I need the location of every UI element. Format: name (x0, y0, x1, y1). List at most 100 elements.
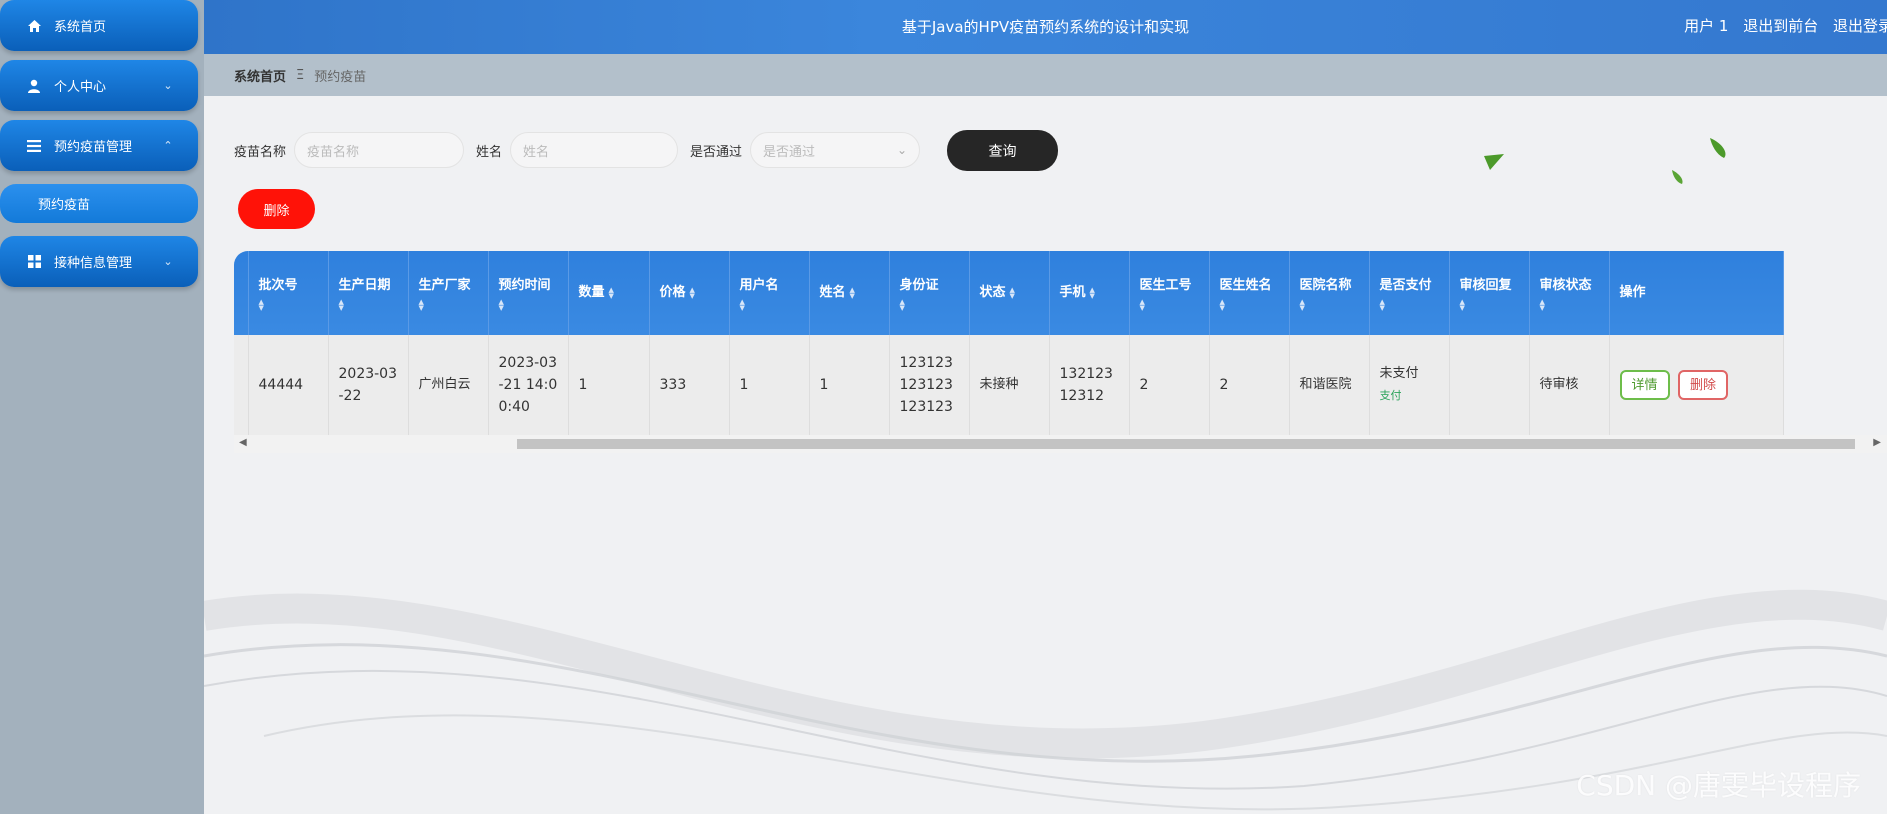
column-header-doctor-id[interactable]: 医生工号 ▲ ▼ (1129, 251, 1210, 335)
vaccine-table: 批次号 ▲ ▼ 生产日期 ▲ ▼ 生产厂家 ▲ ▼ 预约时间 ▲ ▼ 数量 ▲ ▼ 价格 ▲ ▼ 用户名… (234, 251, 1887, 453)
selection-cell[interactable] (234, 335, 249, 435)
sort-icon[interactable]: ▲ ▼ (1140, 299, 1199, 312)
sort-icon[interactable]: ▲ ▼ (259, 299, 318, 312)
batch-delete-button[interactable]: 删除 (238, 189, 315, 229)
breadcrumb-separator: Ξ (296, 67, 305, 83)
name-label: 姓名 (476, 144, 503, 160)
breadcrumb-home[interactable]: 系统首页 (234, 66, 286, 85)
list-icon (26, 138, 42, 154)
sidebar-subitem-vaccine[interactable]: 预约疫苗 (0, 184, 198, 223)
background-decoration (204, 138, 1887, 811)
cell-actions: 详情 删除 (1609, 335, 1784, 435)
pass-select-placeholder: 是否通过 (763, 144, 816, 160)
sidebar-item-home[interactable]: 系统首页 (0, 0, 198, 51)
sort-icon[interactable]: ▲ ▼ (1220, 299, 1279, 312)
column-header-reply[interactable]: 审核回复 ▲ ▼ (1449, 251, 1530, 335)
sort-icon[interactable]: ▲ ▼ (1380, 299, 1439, 312)
cell-hospital: 和谐医院 (1289, 335, 1370, 435)
cell-price: 333 (649, 335, 730, 435)
column-header-hospital[interactable]: 医院名称 ▲ ▼ (1289, 251, 1370, 335)
vaccine-name-label: 疫苗名称 (234, 144, 287, 160)
sidebar-item-label: 接种信息管理 (54, 256, 133, 271)
column-header-actions: 操作 (1609, 251, 1784, 335)
search-bar: 疫苗名称 疫苗名称 姓名 姓名 是否通过 是否通过 ⌄ (234, 130, 921, 170)
cell-doctor-id: 2 (1129, 335, 1210, 435)
sort-icon[interactable]: ▲ ▼ (499, 299, 558, 312)
detail-button[interactable]: 详情 (1619, 370, 1670, 400)
watermark: CSDN @唐雯毕设程序 (1576, 769, 1861, 802)
cell-name: 1 (809, 335, 890, 435)
column-header-date[interactable]: 生产日期 ▲ ▼ (328, 251, 409, 335)
chevron-up-icon: ⌃ (163, 139, 173, 152)
sort-icon[interactable]: ▲ ▼ (339, 299, 398, 312)
sort-icon[interactable]: ▲ ▼ (419, 299, 478, 312)
pass-select[interactable]: 是否通过 ⌄ (750, 132, 921, 168)
cell-username: 1 (729, 335, 810, 435)
scroll-left-arrow-icon[interactable]: ◀ (239, 437, 247, 448)
column-header-batch[interactable]: 批次号 ▲ ▼ (248, 251, 329, 335)
scrollbar-thumb[interactable] (517, 439, 1855, 449)
sort-icon[interactable]: ▲ ▼ (690, 286, 695, 299)
column-header-phone[interactable]: 手机 ▲ ▼ (1049, 251, 1130, 335)
selection-column-header (234, 251, 249, 335)
cell-maker: 广州白云 (408, 335, 489, 435)
column-header-idcard[interactable]: 身份证 ▲ ▼ (889, 251, 970, 335)
column-header-time[interactable]: 预约时间 ▲ ▼ (488, 251, 569, 335)
leaf-decoration (1710, 138, 1726, 158)
cell-time: 2023-03-21 14:00:40 (488, 335, 569, 435)
column-header-paid[interactable]: 是否支付 ▲ ▼ (1369, 251, 1450, 335)
sidebar-item-vaccination-info[interactable]: 接种信息管理 ⌄ (0, 236, 198, 287)
column-header-username[interactable]: 用户名 ▲ ▼ (729, 251, 810, 335)
row-delete-button[interactable]: 删除 (1677, 370, 1728, 400)
query-button[interactable]: 查询 (947, 130, 1058, 171)
column-header-name[interactable]: 姓名 ▲ ▼ (809, 251, 890, 335)
column-header-maker[interactable]: 生产厂家 ▲ ▼ (408, 251, 489, 335)
username-label: 用户 1 (1684, 17, 1729, 35)
scroll-right-arrow-icon[interactable]: ▶ (1873, 437, 1881, 448)
sort-icon[interactable]: ▲ ▼ (609, 286, 614, 299)
column-header-price[interactable]: 价格 ▲ ▼ (649, 251, 730, 335)
sort-icon[interactable]: ▲ ▼ (1540, 299, 1599, 312)
home-icon (26, 18, 42, 34)
sidebar-item-label: 预约疫苗管理 (54, 140, 133, 155)
chevron-down-icon: ⌄ (163, 255, 173, 268)
sort-icon[interactable]: ▲ ▼ (1090, 286, 1095, 299)
cell-idcard: 123123123123123123 (889, 335, 970, 435)
cell-status: 未接种 (969, 335, 1050, 435)
sort-icon[interactable]: ▲ ▼ (850, 286, 855, 299)
leaf-decoration (1672, 170, 1683, 184)
grid-icon (26, 254, 42, 270)
column-header-audit[interactable]: 审核状态 ▲ ▼ (1529, 251, 1610, 335)
vaccine-name-input[interactable]: 疫苗名称 (294, 132, 465, 168)
top-header: 基于Java的HPV疫苗预约系统的设计和实现 用户 1 退出到前台 退出登录 (204, 0, 1887, 54)
header-user-area: 用户 1 退出到前台 退出登录 (1674, 15, 1887, 36)
chevron-down-icon: ⌄ (896, 143, 908, 157)
sort-icon[interactable]: ▲ ▼ (1300, 299, 1359, 312)
chevron-down-icon: ⌄ (163, 79, 173, 92)
cell-batch: 44444 (248, 335, 329, 435)
cell-reply (1449, 335, 1530, 435)
pay-link[interactable]: 支付 (1380, 385, 1439, 407)
name-input[interactable]: 姓名 (510, 132, 679, 168)
cell-paid: 未支付 支付 (1369, 335, 1450, 435)
column-header-status[interactable]: 状态 ▲ ▼ (969, 251, 1050, 335)
horizontal-scrollbar[interactable]: ◀ ▶ (234, 435, 1887, 453)
cell-audit: 待审核 (1529, 335, 1610, 435)
breadcrumb-current: 预约疫苗 (314, 69, 367, 85)
sort-icon[interactable]: ▲ ▼ (1010, 286, 1015, 299)
column-header-qty[interactable]: 数量 ▲ ▼ (568, 251, 650, 335)
sidebar-item-personal[interactable]: 个人中心 ⌄ (0, 60, 198, 111)
table-row: 44444 2023-03-22 广州白云 2023-03-21 14:00:4… (234, 335, 1784, 435)
sort-icon[interactable]: ▲ ▼ (740, 299, 799, 312)
cell-doctor-name: 2 (1209, 335, 1290, 435)
logout-link[interactable]: 退出登录 (1833, 17, 1887, 35)
sort-icon[interactable]: ▲ ▼ (1460, 299, 1519, 312)
sort-icon[interactable]: ▲ ▼ (900, 299, 959, 312)
leaf-decoration (1484, 154, 1504, 170)
table-header-row: 批次号 ▲ ▼ 生产日期 ▲ ▼ 生产厂家 ▲ ▼ 预约时间 ▲ ▼ 数量 ▲ ▼ 价格 ▲ ▼ 用户名… (234, 251, 1784, 335)
sidebar-item-label: 个人中心 (54, 80, 107, 95)
column-header-doctor-name[interactable]: 医生姓名 ▲ ▼ (1209, 251, 1290, 335)
sidebar-item-vaccine-booking[interactable]: 预约疫苗管理 ⌃ (0, 120, 198, 171)
exit-to-front-link[interactable]: 退出到前台 (1743, 17, 1818, 35)
cell-phone: 13212312312 (1049, 335, 1130, 435)
